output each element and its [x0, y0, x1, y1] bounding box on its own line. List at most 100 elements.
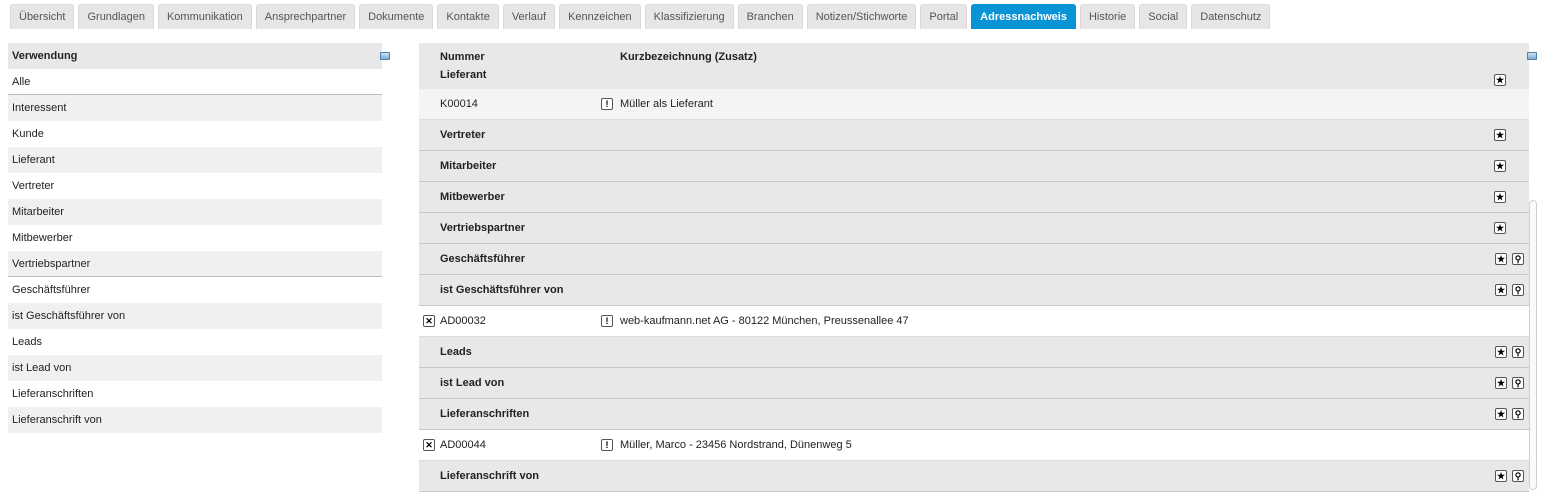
row-actions: ★: [1494, 222, 1506, 234]
usage-list-header: Verwendung: [8, 43, 390, 69]
search-icon[interactable]: ⚲: [1512, 408, 1524, 420]
row-desc: web-kaufmann.net AG - 80122 München, Pre…: [620, 315, 909, 327]
usage-item[interactable]: Leads: [8, 329, 382, 355]
tab-historie[interactable]: Historie: [1079, 4, 1136, 29]
group-row: Lieferanschriften ★ ⚲: [419, 399, 1529, 430]
row-desc: Müller als Lieferant: [620, 98, 713, 110]
group-label: Mitbewerber: [440, 191, 505, 203]
group-row: ist Geschäftsführer von ★ ⚲: [419, 275, 1529, 306]
group-row: Mitbewerber ★: [419, 182, 1529, 213]
group-row: ist Lead von ★ ⚲: [419, 368, 1529, 399]
group-label: Lieferanschriften: [440, 408, 530, 420]
search-icon[interactable]: ⚲: [1512, 470, 1524, 482]
tab-kommunikation[interactable]: Kommunikation: [157, 4, 252, 29]
search-icon[interactable]: ⚲: [1512, 377, 1524, 389]
tab-kennzeichen[interactable]: Kennzeichen: [559, 4, 641, 29]
tab-bar: Übersicht Grundlagen Kommunikation Anspr…: [10, 4, 1271, 29]
delete-icon[interactable]: ✕: [423, 315, 435, 327]
usage-item[interactable]: Kunde: [8, 121, 382, 147]
usage-item[interactable]: Mitbewerber: [8, 225, 382, 251]
row-actions: ★ ⚲: [1495, 346, 1524, 358]
group-row: Leads ★ ⚲: [419, 337, 1529, 368]
star-icon[interactable]: ★: [1495, 470, 1507, 482]
column-number: Nummer: [440, 51, 485, 63]
usage-item[interactable]: Interessent: [8, 95, 382, 121]
tab-verlauf[interactable]: Verlauf: [502, 4, 556, 29]
usage-item[interactable]: Vertreter: [8, 173, 382, 199]
delete-icon[interactable]: ✕: [423, 439, 435, 451]
search-icon[interactable]: ⚲: [1512, 253, 1524, 265]
row-actions: ★: [1494, 129, 1506, 141]
row-number: K00014: [440, 98, 478, 110]
column-desc: Kurzbezeichnung (Zusatz): [620, 51, 757, 63]
star-icon[interactable]: ★: [1495, 284, 1507, 296]
row-actions: ★: [1494, 191, 1506, 203]
search-icon[interactable]: ⚲: [1512, 346, 1524, 358]
usage-item[interactable]: Vertriebspartner: [8, 251, 382, 277]
group-label: Mitarbeiter: [440, 160, 497, 172]
group-row: Lieferanschrift von ★ ⚲: [419, 461, 1529, 492]
group-row: Vertriebspartner ★: [419, 213, 1529, 244]
export-icon[interactable]: [380, 52, 390, 60]
tab-social[interactable]: Social: [1139, 4, 1188, 29]
group-row: Mitarbeiter ★: [419, 151, 1529, 182]
row-actions: ★: [1494, 74, 1506, 86]
row-number: AD00032: [440, 315, 486, 327]
tab-branchen[interactable]: Branchen: [737, 4, 803, 29]
table-row[interactable]: K00014 ! Müller als Lieferant: [419, 89, 1529, 120]
table-row[interactable]: ✕ AD00032 ! web-kaufmann.net AG - 80122 …: [419, 306, 1529, 337]
search-icon[interactable]: ⚲: [1512, 284, 1524, 296]
usage-item[interactable]: Alle: [8, 69, 382, 95]
group-label: ist Geschäftsführer von: [440, 284, 564, 296]
star-icon[interactable]: ★: [1494, 74, 1506, 86]
star-icon[interactable]: ★: [1494, 160, 1506, 172]
warning-icon[interactable]: !: [601, 439, 613, 451]
warning-icon[interactable]: !: [601, 98, 613, 110]
star-icon[interactable]: ★: [1495, 346, 1507, 358]
group-label: Lieferant: [440, 69, 487, 81]
group-label: Leads: [440, 346, 472, 358]
group-row: Vertreter ★: [419, 120, 1529, 151]
usage-header-label: Verwendung: [12, 50, 78, 62]
tab-klassifizierung[interactable]: Klassifizierung: [644, 4, 734, 29]
usage-item[interactable]: Lieferanschrift von: [8, 407, 382, 433]
group-label: Geschäftsführer: [440, 253, 525, 265]
usage-item[interactable]: ist Geschäftsführer von: [8, 303, 382, 329]
star-icon[interactable]: ★: [1494, 222, 1506, 234]
table-header: Nummer Kurzbezeichnung (Zusatz) Lieferan…: [419, 43, 1537, 89]
usage-item[interactable]: Geschäftsführer: [8, 277, 382, 303]
group-label: Lieferanschrift von: [440, 470, 540, 482]
row-desc: Müller, Marco - 23456 Nordstrand, Dünenw…: [620, 439, 852, 451]
tab-notizen[interactable]: Notizen/Stichworte: [806, 4, 917, 29]
row-actions: ★ ⚲: [1495, 470, 1524, 482]
star-icon[interactable]: ★: [1494, 129, 1506, 141]
row-number: AD00044: [440, 439, 486, 451]
usage-item[interactable]: Lieferanschriften: [8, 381, 382, 407]
group-label: ist Lead von: [440, 377, 505, 389]
tab-portal[interactable]: Portal: [920, 4, 968, 29]
export-icon[interactable]: [1527, 52, 1537, 60]
usage-item[interactable]: Lieferant: [8, 147, 382, 173]
address-table: Nummer Kurzbezeichnung (Zusatz) Lieferan…: [419, 43, 1537, 492]
tab-adressnachweis[interactable]: Adressnachweis: [971, 4, 1076, 29]
group-row: Geschäftsführer ★ ⚲: [419, 244, 1529, 275]
vertical-scrollbar[interactable]: [1529, 200, 1537, 490]
tab-uebersicht[interactable]: Übersicht: [10, 4, 75, 29]
tab-kontakte[interactable]: Kontakte: [437, 4, 499, 29]
star-icon[interactable]: ★: [1494, 191, 1506, 203]
tab-grundlagen[interactable]: Grundlagen: [78, 4, 154, 29]
usage-list: Verwendung Alle Interessent Kunde Liefer…: [8, 43, 390, 433]
table-row[interactable]: ✕ AD00044 ! Müller, Marco - 23456 Nordst…: [419, 430, 1529, 461]
star-icon[interactable]: ★: [1495, 377, 1507, 389]
row-actions: ★ ⚲: [1495, 377, 1524, 389]
tab-ansprechpartner[interactable]: Ansprechpartner: [255, 4, 356, 29]
row-actions: ★: [1494, 160, 1506, 172]
star-icon[interactable]: ★: [1495, 408, 1507, 420]
group-label: Vertreter: [440, 129, 486, 141]
tab-datenschutz[interactable]: Datenschutz: [1191, 4, 1271, 29]
tab-dokumente[interactable]: Dokumente: [359, 4, 434, 29]
usage-item[interactable]: Mitarbeiter: [8, 199, 382, 225]
usage-item[interactable]: ist Lead von: [8, 355, 382, 381]
star-icon[interactable]: ★: [1495, 253, 1507, 265]
warning-icon[interactable]: !: [601, 315, 613, 327]
